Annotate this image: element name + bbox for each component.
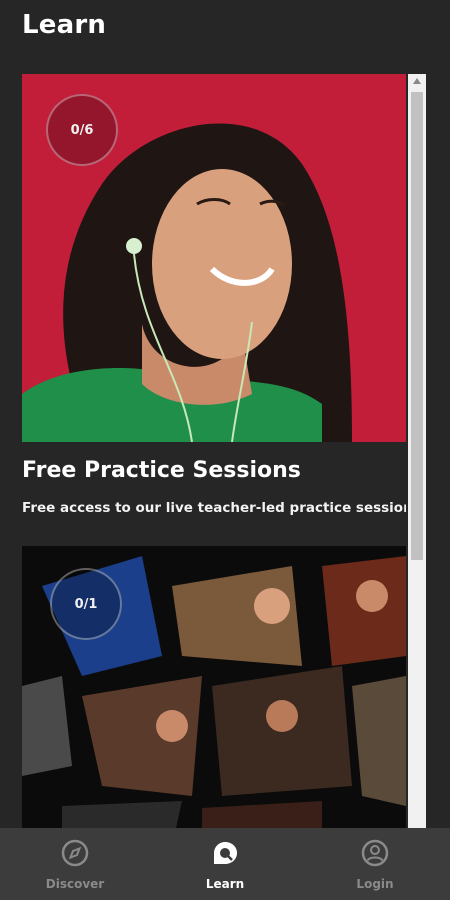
scroll-up-arrow[interactable] bbox=[413, 78, 421, 84]
course-card-image[interactable]: 0/1 bbox=[22, 546, 406, 828]
practice-sessions-image: 0/6 bbox=[22, 74, 406, 442]
nav-discover[interactable]: Discover bbox=[0, 828, 150, 900]
scrollbar-thumb[interactable] bbox=[411, 92, 423, 560]
nav-login[interactable]: Login bbox=[300, 828, 450, 900]
progress-indicator: 0/6 bbox=[46, 94, 118, 166]
nav-learn[interactable]: Learn bbox=[150, 828, 300, 900]
header: Learn bbox=[0, 0, 450, 60]
scrollbar[interactable] bbox=[408, 74, 426, 828]
card-title: Free Practice Sessions bbox=[22, 458, 301, 483]
nav-learn-label: Learn bbox=[205, 876, 245, 891]
nav-discover-label: Discover bbox=[45, 876, 105, 891]
learn-icon bbox=[210, 838, 240, 877]
card-subtitle: Free access to our live teacher-led prac… bbox=[22, 500, 406, 516]
page-title: Learn bbox=[22, 10, 107, 40]
card-list[interactable]: 0/6 Free Practice Sessions Free access t… bbox=[22, 74, 406, 828]
user-icon bbox=[360, 838, 390, 877]
practice-sessions-card[interactable]: 0/6 Free Practice Sessions Free access t… bbox=[22, 74, 406, 544]
bottom-nav: Discover Learn Login bbox=[0, 828, 450, 900]
progress-indicator: 0/1 bbox=[50, 568, 122, 640]
nav-login-label: Login bbox=[356, 876, 394, 891]
compass-icon bbox=[60, 838, 90, 877]
